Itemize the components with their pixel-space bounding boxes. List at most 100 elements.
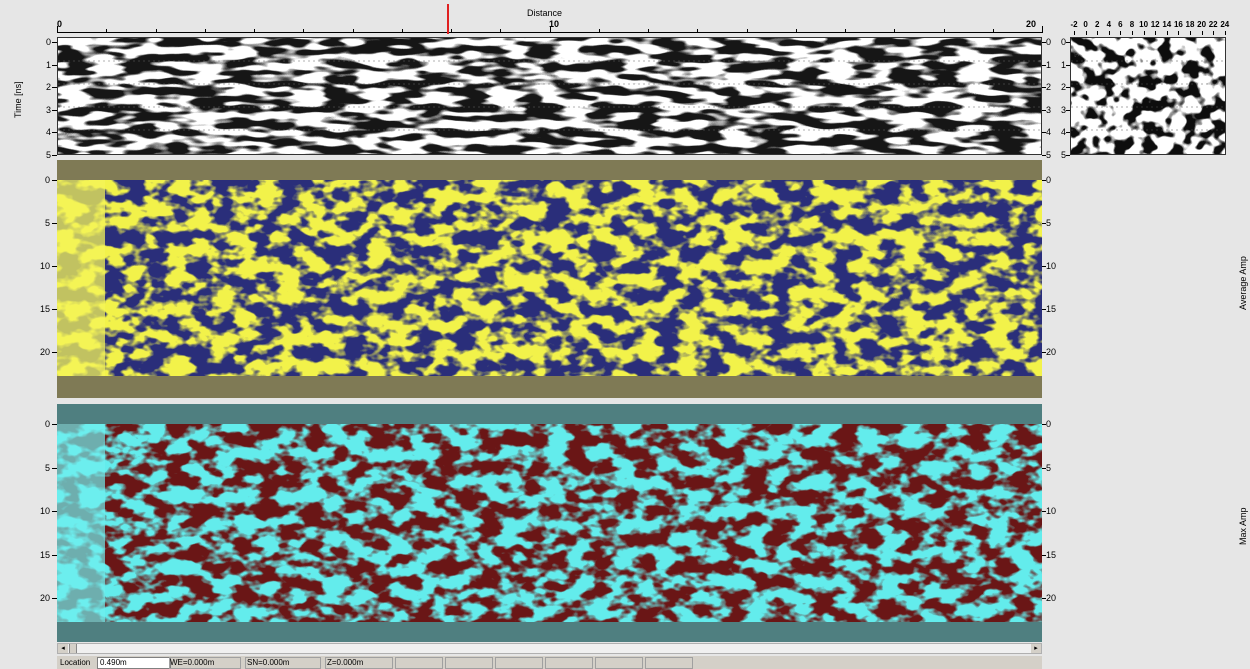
max-amp-ytick-mark-left xyxy=(52,424,57,425)
inset-xtick-12: 12 xyxy=(1150,20,1160,29)
max-amp-ytick-mark-right xyxy=(1042,598,1046,599)
average-amp-ytick-left-20: 20 xyxy=(39,347,50,357)
radargram-ytick-mark-left xyxy=(52,87,57,88)
scroll-right-icon[interactable]: ▸ xyxy=(1031,644,1041,653)
inset-xtick-mark xyxy=(1085,31,1087,35)
max-amp-ytick-mark-right xyxy=(1042,424,1046,425)
radargram-ytick-mark-right xyxy=(1042,42,1046,43)
inset-ytick-mark xyxy=(1066,87,1070,88)
inset-ytick-mark xyxy=(1066,109,1070,111)
distance-axis-title: Distance xyxy=(527,8,563,18)
status-bar: Location 0.490m WE=0.000m SN=0.000m Z=0.… xyxy=(57,656,1042,669)
inset-xtick--2: -2 xyxy=(1070,20,1078,29)
average-amp-image xyxy=(57,180,1042,376)
radargram-ytick-right-1: 1 xyxy=(1046,59,1052,70)
radargram-ytick-mark-left xyxy=(52,154,57,156)
average-amp-ytick-mark-left xyxy=(52,180,57,181)
average-amp-ytick-mark-left xyxy=(52,223,57,224)
average-amp-ytick-mark-right xyxy=(1042,352,1046,353)
radargram-ytick-right-5: 5 xyxy=(1046,149,1052,160)
top-axis-minor-tick xyxy=(845,29,846,33)
scroll-left-icon[interactable]: ◂ xyxy=(58,644,68,653)
average-amp-ytick-right-15: 15 xyxy=(1046,304,1057,314)
status-pane-6 xyxy=(645,657,693,669)
max-amp-ytick-mark-left xyxy=(52,511,57,512)
max-amp-ytick-right-20: 20 xyxy=(1046,593,1057,603)
average-amp-panel[interactable] xyxy=(57,160,1042,398)
radargram-panel[interactable] xyxy=(57,37,1042,155)
location-field[interactable]: 0.490m xyxy=(97,657,171,669)
radargram-ytick-mark-right xyxy=(1042,154,1046,156)
inset-xtick-mark xyxy=(1074,31,1075,35)
max-amp-ytick-left-10: 10 xyxy=(39,506,50,516)
inset-xtick-mark xyxy=(1120,31,1122,35)
inset-xtick-mark xyxy=(1190,31,1191,35)
inset-xtick-6: 6 xyxy=(1118,20,1123,29)
radargram-ytick-right-2: 2 xyxy=(1046,82,1052,92)
top-axis-minor-tick xyxy=(746,29,748,33)
horizontal-scrollbar[interactable]: ◂ ▸ xyxy=(57,643,1042,654)
status-pane-1 xyxy=(395,657,443,669)
radargram-ytick-left-1: 1 xyxy=(45,59,51,70)
max-amp-ytick-mark-left xyxy=(52,467,57,469)
inset-xtick-24: 24 xyxy=(1220,20,1230,29)
inset-xtick-2: 2 xyxy=(1094,20,1100,29)
inset-xtick-14: 14 xyxy=(1162,20,1172,29)
radargram-ytick-right-4: 4 xyxy=(1046,127,1052,137)
max-amp-ytick-left-20: 20 xyxy=(39,593,50,603)
radargram-image xyxy=(58,38,1041,154)
inset-xtick-10: 10 xyxy=(1139,20,1149,29)
inset-xtick-22: 22 xyxy=(1208,20,1218,29)
max-amp-panel[interactable] xyxy=(57,404,1042,642)
status-pane-4 xyxy=(545,657,593,669)
top-axis-minor-tick xyxy=(992,29,994,33)
top-axis-minor-ticks xyxy=(57,26,1043,33)
max-amp-ytick-right-5: 5 xyxy=(1046,462,1052,473)
top-axis-minor-tick xyxy=(549,26,551,33)
inset-image xyxy=(1071,38,1225,154)
average-amp-ytick-mark-left xyxy=(52,266,57,267)
max-amp-ytick-mark-left xyxy=(52,598,57,599)
average-amp-ytick-mark-right xyxy=(1042,223,1046,224)
top-axis-minor-tick xyxy=(106,29,108,33)
inset-xtick-mark xyxy=(1178,31,1180,35)
inset-xtick-mark xyxy=(1166,31,1168,35)
radargram-ytick-right-3: 3 xyxy=(1046,104,1052,115)
top-axis-minor-tick xyxy=(894,29,896,33)
average-amp-ytick-left-10: 10 xyxy=(39,261,50,271)
radargram-ytick-mark-right xyxy=(1042,132,1046,133)
inset-xtick-8: 8 xyxy=(1129,20,1135,29)
max-amp-ytick-mark-right xyxy=(1042,554,1046,556)
max-amp-ytick-left-0: 0 xyxy=(44,419,50,429)
top-axis-minor-tick xyxy=(500,29,502,33)
max-amp-ytick-mark-right xyxy=(1042,511,1046,512)
inset-xtick-mark xyxy=(1108,31,1110,35)
average-amp-ytick-mark-left xyxy=(52,352,57,353)
max-amp-ytick-left-5: 5 xyxy=(44,462,50,473)
inset-xtick-20: 20 xyxy=(1197,20,1207,29)
inset-panel[interactable] xyxy=(1070,37,1226,155)
average-amp-label: Average Amp xyxy=(1238,256,1248,310)
inset-xtick-18: 18 xyxy=(1185,20,1195,29)
top-axis-minor-tick xyxy=(943,29,945,33)
location-label: Location xyxy=(60,658,91,667)
max-amp-ytick-right-15: 15 xyxy=(1046,549,1057,560)
radargram-ytick-left-0: 0 xyxy=(45,37,51,47)
radargram-ytick-left-2: 2 xyxy=(45,82,51,92)
average-amp-ytick-right-10: 10 xyxy=(1046,261,1057,271)
average-amp-ytick-mark-left xyxy=(52,309,57,310)
max-amp-ytick-right-0: 0 xyxy=(1046,419,1052,429)
inset-xtick-mark xyxy=(1143,31,1145,35)
radargram-ytick-mark-left xyxy=(52,64,57,66)
scroll-thumb[interactable] xyxy=(69,644,77,653)
top-axis-minor-tick xyxy=(303,29,305,33)
radargram-ytick-mark-left xyxy=(52,132,57,133)
status-pane-5 xyxy=(595,657,643,669)
radargram-ytick-mark-right xyxy=(1042,109,1046,111)
top-axis-minor-tick xyxy=(401,29,403,33)
inset-ytick-mark xyxy=(1066,154,1070,156)
position-marker[interactable] xyxy=(447,4,449,34)
inset-xtick-mark xyxy=(1213,31,1215,35)
status-pane-2 xyxy=(445,657,493,669)
top-axis-minor-tick xyxy=(1042,26,1043,33)
